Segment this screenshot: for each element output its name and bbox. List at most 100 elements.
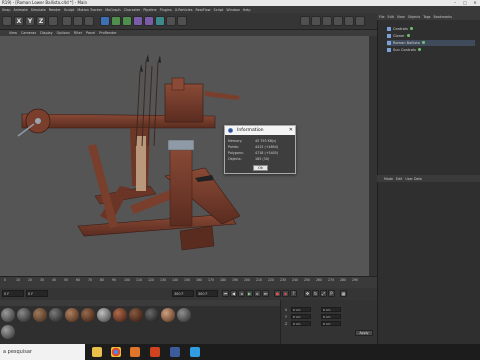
points-mode-icon[interactable] [322,16,332,26]
next-frame-icon[interactable]: ▸ [254,290,261,297]
axis-x-button[interactable]: X [14,16,24,26]
material-swatch[interactable] [49,308,63,322]
vp-menu-cameras[interactable]: Cameras [21,31,36,35]
record-position-icon[interactable]: ✥ [304,290,311,297]
menu-x-particles[interactable]: X-Particles [175,8,193,12]
menu-simulate[interactable]: Simulate [31,8,46,12]
material-swatch[interactable] [1,325,15,339]
am-menu-mode[interactable]: Mode [384,177,393,181]
menu-render[interactable]: Render [49,8,61,12]
end-frame-field[interactable]: 300 F [172,290,194,297]
play-icon[interactable]: ▶ [246,290,253,297]
material-swatch[interactable] [97,308,111,322]
record-rotation-icon[interactable]: ↻ [312,290,319,297]
snap-icon[interactable] [355,16,365,26]
material-swatch[interactable] [17,308,31,322]
om-menu-view[interactable]: View [397,15,405,19]
timeline-ruler[interactable]: 0 10 20 30 40 50 60 70 80 90 100 110 120… [0,276,377,288]
om-menu-file[interactable]: File [379,15,385,19]
app-orange-icon[interactable] [130,347,140,357]
visibility-dot-icon[interactable] [417,48,421,51]
size-y-field[interactable]: 0 cm [321,314,341,319]
close-icon[interactable]: ✕ [289,126,293,135]
om-menu-objects[interactable]: Objects [408,15,420,19]
size-z-field[interactable]: 0 cm [321,321,341,326]
keyframe-selection-icon[interactable]: ? [290,290,297,297]
menu-realflow[interactable]: RealFlow [195,8,210,12]
dialog-title-bar[interactable]: Information ✕ [225,126,295,135]
polygons-mode-icon[interactable] [344,16,354,26]
object-row[interactable]: Roman Ballista [387,40,475,46]
subdivision-surface-icon[interactable] [122,16,132,26]
menu-mograph[interactable]: MoGraph [105,8,120,12]
object-row[interactable]: Sun Controls [387,47,475,53]
model-mode-icon[interactable] [311,16,321,26]
houdini-icon[interactable] [150,347,160,357]
menu-animate[interactable]: Animate [14,8,28,12]
make-editable-icon[interactable] [300,16,310,26]
grid-icon[interactable]: ▦ [340,290,347,297]
material-swatch[interactable] [65,308,79,322]
menu-snap[interactable]: Snap [2,8,11,12]
visibility-dot-icon[interactable] [406,34,410,37]
visibility-dot-icon[interactable] [409,27,413,30]
menu-sculpt[interactable]: Sculpt [64,8,75,12]
spline-pen-icon[interactable] [111,16,121,26]
camera-icon[interactable] [166,16,176,26]
menu-window[interactable]: Window [226,8,239,12]
record-param-icon[interactable]: P [328,290,335,297]
size-x-field[interactable]: 0 cm [321,307,341,312]
render-settings-icon[interactable] [84,16,94,26]
goto-end-icon[interactable]: ⏭ [262,290,269,297]
current-frame-field[interactable]: 0 F [2,290,24,297]
array-generator-icon[interactable] [133,16,143,26]
material-swatch[interactable] [161,308,175,322]
material-swatch[interactable] [145,308,159,322]
menu-pipeline[interactable]: Pipeline [143,8,156,12]
chrome-icon[interactable] [111,347,121,357]
menu-plugins[interactable]: Plugins [160,8,172,12]
edges-mode-icon[interactable] [333,16,343,26]
visibility-dot-icon[interactable] [421,41,425,44]
ok-button[interactable]: Ok [253,165,268,171]
cinema4d-taskbar-icon[interactable] [170,347,180,357]
coordinate-system-icon[interactable] [48,16,58,26]
menu-help[interactable]: Help [243,8,251,12]
3d-viewport[interactable] [0,36,377,276]
vp-menu-display[interactable]: Display [40,31,53,35]
autokey-icon[interactable]: ◉ [282,290,289,297]
material-swatch[interactable] [1,308,15,322]
am-menu-edit[interactable]: Edit [396,177,402,181]
menu-motion-tracker[interactable]: Motion Tracker [77,8,102,12]
material-swatch[interactable] [33,308,47,322]
axis-z-button[interactable]: Z [36,16,46,26]
render-view-icon[interactable] [62,16,72,26]
record-icon[interactable]: ● [274,290,281,297]
vp-menu-panel[interactable]: Panel [86,31,95,35]
start-frame-field[interactable]: 0 F [26,290,48,297]
om-menu-edit[interactable]: Edit [388,15,394,19]
deformer-icon[interactable] [144,16,154,26]
menu-script[interactable]: Script [214,8,224,12]
render-picture-viewer-icon[interactable] [73,16,83,26]
apply-button[interactable]: Apply [355,330,373,336]
position-z-field[interactable]: 0 cm [291,321,311,326]
vp-menu-prorender[interactable]: ProRender [99,31,116,35]
position-x-field[interactable]: 0 cm [291,307,311,312]
om-menu-tags[interactable]: Tags [423,15,430,19]
material-swatch[interactable] [113,308,127,322]
am-menu-user-data[interactable]: User Data [405,177,421,181]
preview-end-frame-field[interactable]: 300 F [196,290,218,297]
light-icon[interactable] [177,16,187,26]
prev-frame-icon[interactable]: ◂ [238,290,245,297]
vp-menu-filter[interactable]: Filter [74,31,82,35]
om-menu-bookmarks[interactable]: Bookmarks [434,15,452,19]
menu-character[interactable]: Character [124,8,141,12]
taskbar-search-box[interactable]: a pesquisar [0,344,85,360]
record-scale-icon[interactable]: ⤢ [320,290,327,297]
position-y-field[interactable]: 0 cm [291,314,311,319]
undo-icon[interactable] [2,16,12,26]
object-row[interactable]: Controls [387,26,475,32]
material-swatch[interactable] [129,308,143,322]
cube-primitive-icon[interactable] [100,16,110,26]
